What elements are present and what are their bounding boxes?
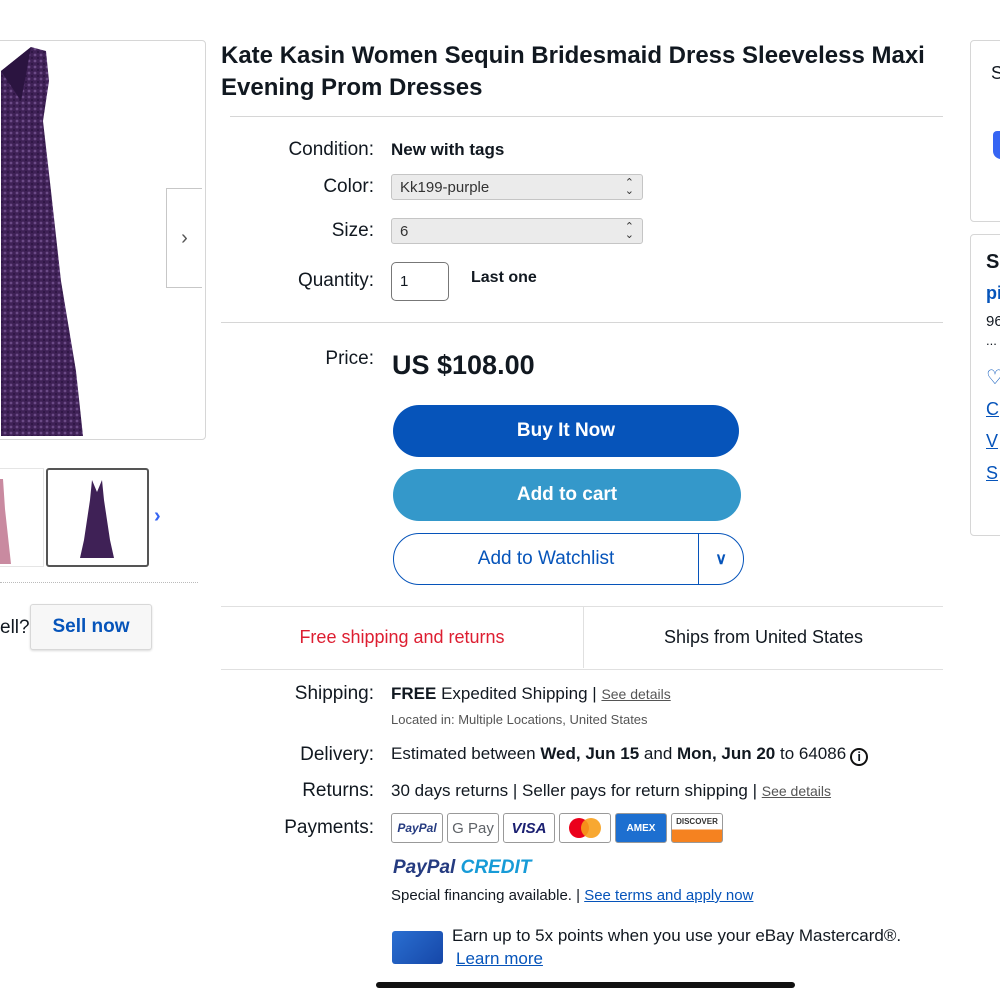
heart-icon[interactable]: ♡ <box>986 365 1000 390</box>
promo-text: Earn up to 5x points when you use your e… <box>452 926 902 945</box>
special-financing-text: Special financing available. | <box>391 887 585 904</box>
delivery-date-start: Wed, Jun 15 <box>540 744 640 763</box>
updown-chevron-icon: ⌃ ⌄ <box>624 177 634 197</box>
mastercard-icon <box>559 813 611 843</box>
delivery-text-2: and <box>639 744 678 763</box>
panel1-letter: S <box>991 63 1000 83</box>
returns-value: 30 days returns | Seller pays for return… <box>391 781 831 801</box>
ebay-mastercard-icon <box>392 931 443 964</box>
quantity-input[interactable]: 1 <box>391 262 449 301</box>
right-panel-seller: S pi 96 ... ♡ C V S <box>970 234 1000 536</box>
home-indicator <box>376 982 795 988</box>
condition-label: Condition: <box>288 139 374 160</box>
purple-dress-thumb <box>80 480 114 558</box>
panel2-heading: S <box>986 251 1000 273</box>
mastercard-icon-shape <box>569 818 601 838</box>
paypal-icon: PayPal <box>391 813 443 843</box>
paypal-credit-word: PayPal <box>393 857 456 878</box>
item-location: Located in: Multiple Locations, United S… <box>391 712 648 727</box>
shield-icon <box>993 131 1000 159</box>
paypal-credit-credit: CREDIT <box>455 857 532 878</box>
details-divider <box>221 322 943 323</box>
ships-from: Ships from United States <box>663 626 864 647</box>
delivery-date-end: Mon, Jun 20 <box>677 744 776 763</box>
size-select[interactable]: 6 ⌃ ⌄ <box>391 218 643 244</box>
shipping-value: FREE Expedited Shipping | See details <box>391 684 671 704</box>
google-pay-icon: G Pay <box>447 813 499 843</box>
seller-link-2[interactable]: V <box>986 431 998 452</box>
sell-now-button[interactable]: Sell now <box>30 604 152 650</box>
delivery-zip: to 64086 <box>775 744 847 763</box>
gallery-next-button[interactable]: › <box>166 188 202 288</box>
info-icon[interactable]: i <box>850 747 869 766</box>
stock-note: Last one <box>471 269 537 286</box>
color-select-value: Kk199-purple <box>400 178 490 196</box>
updown-chevron-icon: ⌃ ⌄ <box>624 221 634 241</box>
visa-icon: VISA <box>503 813 555 843</box>
right-panel-top: S <box>970 40 1000 222</box>
special-financing: Special financing available. | See terms… <box>391 887 753 904</box>
add-to-watchlist-button[interactable]: Add to Watchlist <box>394 548 698 570</box>
pink-dress-thumb <box>0 479 11 564</box>
shipping-see-details-link[interactable]: See details <box>601 686 670 702</box>
price-label: Price: <box>325 348 374 369</box>
thumbnail-pink-dress[interactable] <box>0 468 44 567</box>
delivery-text-1: Estimated between <box>391 744 541 763</box>
seller-link-1[interactable]: C <box>986 399 999 420</box>
paypal-credit-logo: PayPal CREDIT <box>393 857 531 879</box>
seller-link-3[interactable]: S <box>986 463 998 484</box>
buy-it-now-button[interactable]: Buy It Now <box>393 405 739 457</box>
color-label: Color: <box>323 176 374 197</box>
thumbnails-next-icon[interactable]: › <box>154 505 161 528</box>
seller-count: 96 <box>986 313 1000 330</box>
sell-question: ell? <box>0 617 30 638</box>
condition-value: New with tags <box>391 140 505 159</box>
shipping-free-word: FREE <box>391 684 437 703</box>
shipping-label: Shipping: <box>294 683 374 704</box>
color-select[interactable]: Kk199-purple ⌃ ⌄ <box>391 174 643 200</box>
thumbnail-purple-dress[interactable] <box>46 468 149 567</box>
title-divider <box>230 116 943 117</box>
see-terms-link[interactable]: See terms and apply now <box>584 887 753 904</box>
seller-link[interactable]: pi <box>986 283 1000 304</box>
discover-icon: DISCOVER <box>671 813 723 843</box>
learn-more-link[interactable]: Learn more <box>456 949 543 969</box>
shipping-method: Expedited Shipping | <box>436 684 602 703</box>
delivery-value: Estimated between Wed, Jun 15 and Mon, J… <box>391 744 869 766</box>
payments-label: Payments: <box>284 817 374 838</box>
free-shipping-returns: Free shipping and returns <box>299 626 505 647</box>
amex-icon: AMEX <box>615 813 667 843</box>
delivery-label: Delivery: <box>300 744 374 765</box>
chevron-down-icon[interactable]: ∨ <box>699 549 743 569</box>
returns-label: Returns: <box>302 780 374 801</box>
product-title: Kate Kasin Women Sequin Bridesmaid Dress… <box>221 42 925 101</box>
returns-see-details-link[interactable]: See details <box>762 783 831 799</box>
quantity-label: Quantity: <box>297 270 374 291</box>
seller-dots: ... <box>986 333 997 348</box>
size-select-value: 6 <box>400 222 409 240</box>
gallery-divider <box>0 582 198 583</box>
chevron-right-icon: › <box>181 226 188 249</box>
watchlist-button-group: Add to Watchlist ∨ <box>393 533 744 585</box>
size-label: Size: <box>331 220 374 241</box>
add-to-cart-button[interactable]: Add to cart <box>393 469 741 521</box>
price-value: US $108.00 <box>392 350 535 380</box>
returns-text: 30 days returns | Seller pays for return… <box>391 781 762 800</box>
